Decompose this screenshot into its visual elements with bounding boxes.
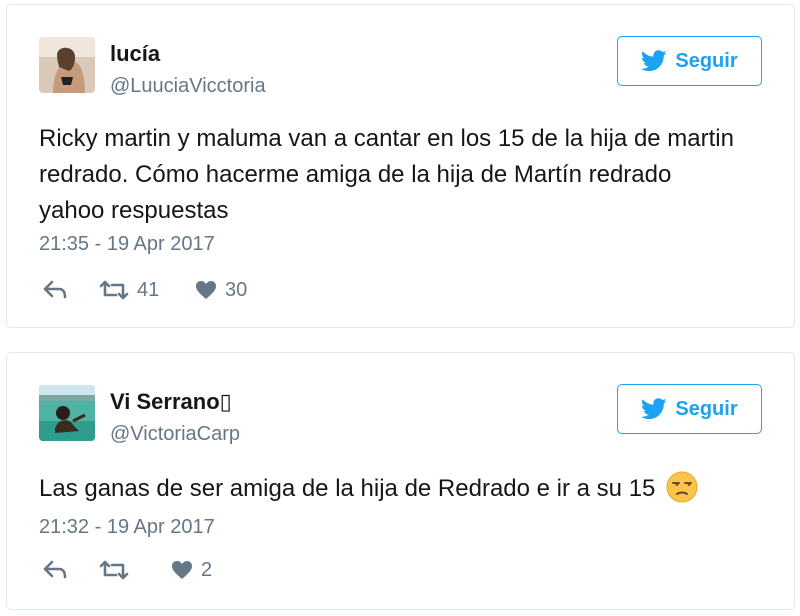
like-button[interactable]: 30: [195, 277, 247, 303]
follow-label: Seguir: [675, 397, 738, 420]
reply-button[interactable]: [43, 277, 67, 303]
like-count: 30: [225, 278, 248, 301]
tweet-card: lucía @LuuciaVicctoria Seguir Ricky mart…: [6, 4, 795, 328]
retweet-icon: [99, 280, 129, 300]
tweet-text-content: Las ganas de ser amiga de la hija de Red…: [39, 475, 656, 502]
retweet-button[interactable]: [99, 557, 137, 583]
reply-button[interactable]: [43, 557, 67, 583]
tweet-actions: 2: [39, 557, 439, 583]
heart-icon: [172, 561, 192, 579]
twitter-bird-icon: [641, 50, 667, 72]
twitter-bird-icon: [641, 398, 667, 420]
tweet-text: Las ganas de ser amiga de la hija de Red…: [39, 471, 739, 507]
like-count: 2: [201, 558, 213, 581]
unamused-face-icon: [666, 471, 698, 503]
avatar-image: [39, 385, 95, 441]
avatar[interactable]: [39, 37, 95, 93]
avatar[interactable]: [39, 385, 95, 441]
display-name[interactable]: lucía: [110, 41, 160, 67]
like-button[interactable]: 2: [171, 557, 212, 583]
avatar-image: [39, 37, 95, 93]
retweet-icon: [99, 560, 129, 580]
follow-button[interactable]: Seguir: [617, 36, 762, 86]
heart-icon: [196, 281, 216, 299]
user-handle[interactable]: @LuuciaVicctoria: [110, 75, 266, 98]
reply-icon: [43, 560, 67, 579]
user-handle[interactable]: @VictoriaCarp: [110, 423, 240, 446]
tweet-actions: 41 30: [39, 277, 439, 303]
retweet-count: 41: [137, 278, 160, 301]
tweet-text: Ricky martin y maluma van a cantar en lo…: [39, 125, 734, 224]
tweet-timestamp[interactable]: 21:32 - 19 Apr 2017: [39, 516, 215, 539]
display-name[interactable]: Vi Serrano▯: [110, 389, 232, 415]
follow-button[interactable]: Seguir: [617, 384, 762, 434]
retweet-button[interactable]: 41: [99, 277, 159, 303]
tweet-timestamp[interactable]: 21:35 - 19 Apr 2017: [39, 233, 215, 256]
tweet-card: Vi Serrano▯ @VictoriaCarp Seguir Las gan…: [6, 352, 795, 610]
reply-icon: [43, 280, 67, 299]
follow-label: Seguir: [675, 49, 738, 72]
